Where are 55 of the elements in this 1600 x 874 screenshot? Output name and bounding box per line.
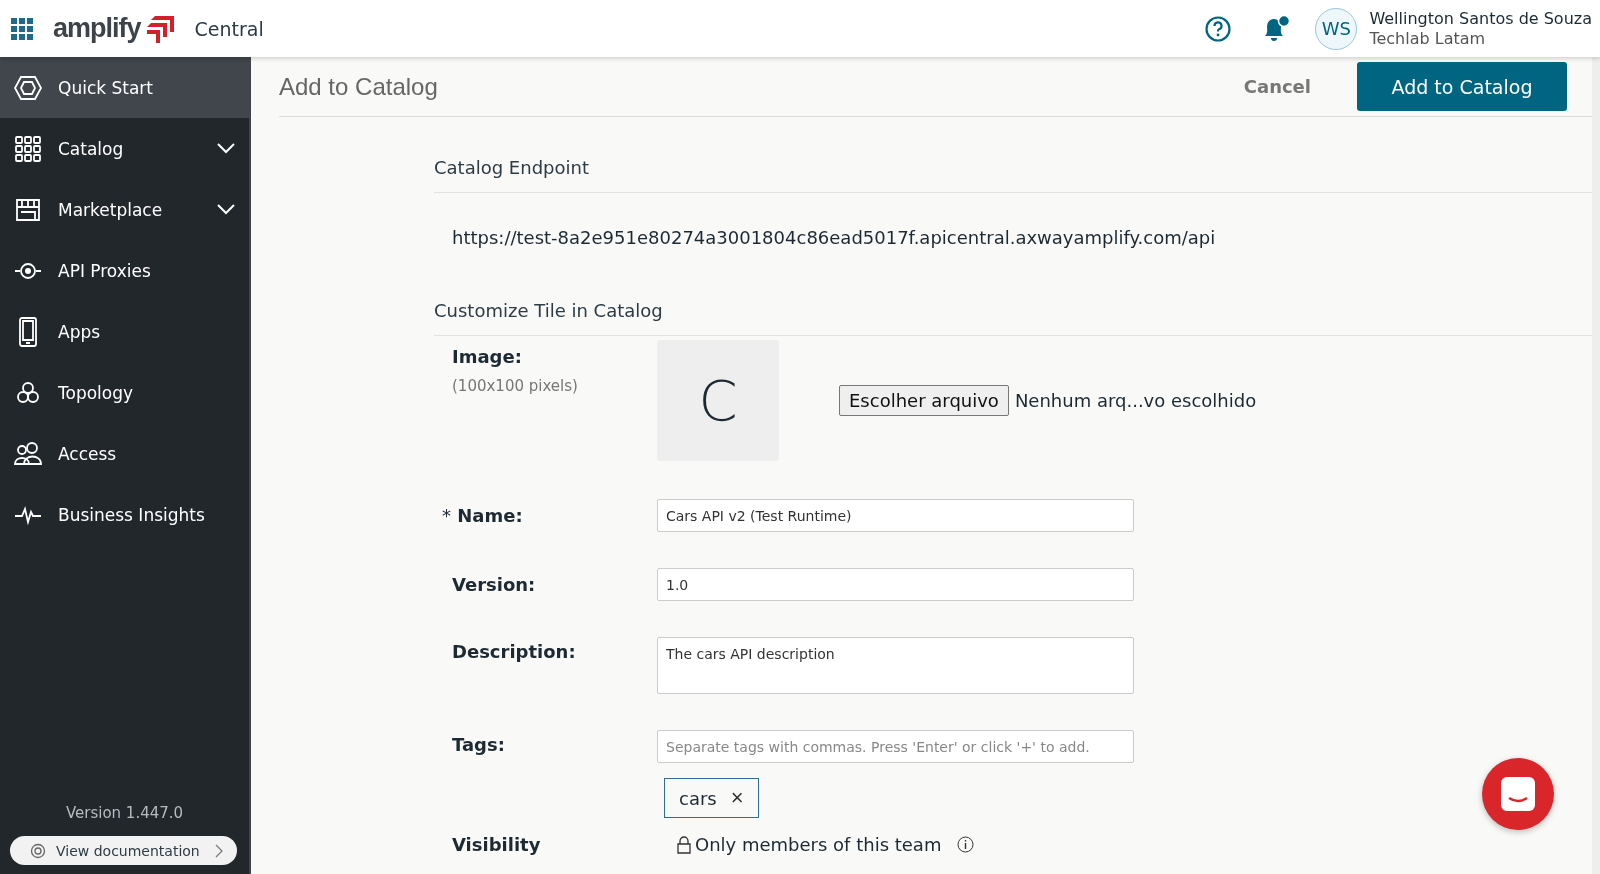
tile-image-preview: C [657, 340, 779, 461]
user-org: Techlab Latam [1369, 28, 1487, 49]
hexagon-icon [14, 74, 42, 101]
sidebar-item[interactable]: Quick Start [0, 57, 249, 118]
grid-icon [15, 135, 41, 162]
logo-chevrons-icon [146, 14, 175, 43]
pulse-icon [14, 504, 42, 525]
info-icon[interactable] [957, 836, 975, 853]
chevron-right-icon [215, 843, 223, 858]
version-label: Version 1.447.0 [64, 804, 185, 822]
sidebar-item[interactable]: API Proxies [0, 240, 249, 301]
storefront-icon [15, 197, 41, 222]
sidebar-item[interactable]: Marketplace [0, 179, 249, 240]
chevron-down-icon [217, 204, 235, 215]
hexagons-icon [15, 380, 41, 405]
text-field[interactable]: 1.0 [657, 568, 1134, 601]
apps-grid-icon[interactable] [11, 17, 33, 40]
field-label: Version: [452, 574, 537, 595]
sidebar-item[interactable]: Catalog [0, 118, 249, 179]
text-field[interactable]: Cars API v2 (Test Runtime) [657, 499, 1134, 532]
description-field[interactable]: The cars API description [657, 637, 1134, 694]
view-documentation-button[interactable]: View documentation [10, 836, 237, 865]
field-label: Visibility [452, 834, 542, 855]
section-heading: Catalog Endpoint [434, 117, 1592, 193]
field-label: Image: [452, 346, 523, 367]
user-name: Wellington Santos de Souza [1369, 8, 1592, 29]
section-heading: Customize Tile in Catalog [434, 248, 1592, 336]
sidebar-item[interactable]: Access [0, 423, 249, 484]
phone-icon [18, 316, 38, 347]
sidebar-item[interactable]: Apps [0, 301, 249, 362]
lock-icon [677, 835, 691, 854]
field-label: Tags: [452, 733, 506, 755]
chevron-down-icon [217, 143, 235, 154]
users-icon [14, 441, 42, 466]
file-status: Nenhum arq...vo escolhido [1014, 390, 1257, 411]
page-title: Add to Catalog [279, 72, 438, 101]
help-icon[interactable] [1205, 15, 1232, 42]
tag-label: cars [679, 787, 717, 809]
field-label: Description: [452, 640, 577, 662]
add-to-catalog-button[interactable]: Add to Catalog [1357, 62, 1567, 111]
tags-field[interactable]: Separate tags with commas. Press 'Enter' or click '+' to add. [657, 730, 1134, 763]
chat-icon [1498, 774, 1538, 814]
choose-file-button[interactable]: Escolher arquivo [839, 385, 1009, 416]
lifebuoy-icon [30, 842, 46, 859]
sidebar-item[interactable]: Topology [0, 362, 249, 423]
logo-text: amplify [53, 13, 141, 44]
image-size-hint: (100x100 pixels) [452, 377, 579, 395]
endpoint-url: https://test-8a2e951e80274a3001804c86ead5017f.apicentral.axwayamplify.com/api [451, 226, 1217, 248]
visibility-value: Only members of this team [695, 834, 942, 855]
product-name: Central [194, 17, 264, 40]
sidebar-item[interactable]: Business Insights [0, 484, 249, 545]
field-label: * Name: [442, 505, 524, 526]
user-avatar[interactable]: WS [1315, 7, 1358, 50]
chat-button[interactable] [1482, 758, 1554, 830]
cancel-button[interactable]: Cancel [1237, 75, 1317, 98]
